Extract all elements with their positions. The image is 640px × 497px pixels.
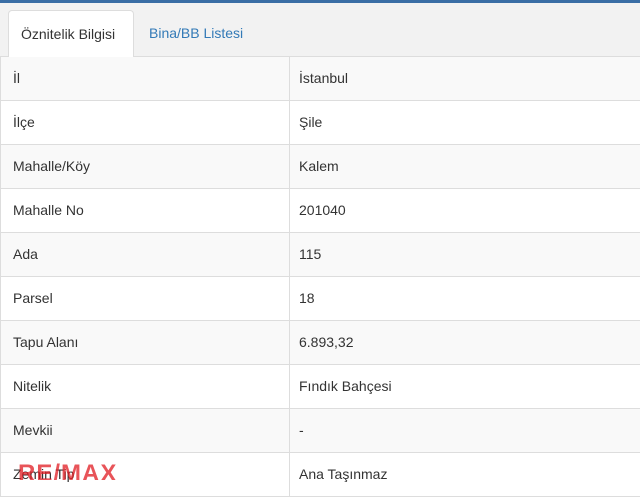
row-value: - <box>299 422 304 438</box>
watermark-text: RE/MAX <box>18 462 118 480</box>
table-row: Mahalle No 201040 <box>1 189 640 233</box>
row-label: Parsel <box>13 290 53 306</box>
row-value: Ana Taşınmaz <box>299 466 388 482</box>
column-divider <box>289 365 290 409</box>
attribute-table: İl İstanbul İlçe Şile Mahalle/Köy Kalem … <box>0 57 640 497</box>
table-row: İl İstanbul <box>1 57 640 101</box>
row-label: Ada <box>13 246 38 262</box>
row-label: Mevkii <box>13 422 53 438</box>
tab-attribute-info[interactable]: Öznitelik Bilgisi <box>8 10 134 58</box>
row-label: Mahalle No <box>13 202 84 218</box>
row-value: 115 <box>299 246 322 262</box>
table-row: Parsel 18 <box>1 277 640 321</box>
column-divider <box>289 409 290 453</box>
table-row: Mahalle/Köy Kalem <box>1 145 640 189</box>
row-value: 18 <box>299 290 315 306</box>
column-divider <box>289 321 290 365</box>
row-label: İlçe <box>13 114 35 130</box>
row-label: İl <box>13 70 20 86</box>
row-value: Şile <box>299 114 323 130</box>
column-divider <box>289 277 290 321</box>
remax-watermark-logo: RE/MAX <box>18 462 117 480</box>
row-value: Kalem <box>299 158 339 174</box>
table-row: Tapu Alanı 6.893,32 <box>1 321 640 365</box>
table-row: İlçe Şile <box>1 101 640 145</box>
column-divider <box>289 233 290 277</box>
column-divider <box>289 145 290 189</box>
table-row: Mevkii - <box>1 409 640 453</box>
table-row: Nitelik Fındık Bahçesi <box>1 365 640 409</box>
column-divider <box>289 57 290 101</box>
column-divider <box>289 453 290 497</box>
row-label: Tapu Alanı <box>13 334 79 350</box>
row-label: Mahalle/Köy <box>13 158 91 174</box>
row-label: Nitelik <box>13 378 52 394</box>
column-divider <box>289 189 290 233</box>
tab-bar: Öznitelik Bilgisi Bina/BB Listesi <box>0 3 640 58</box>
tab-building-list[interactable]: Bina/BB Listesi <box>137 10 267 58</box>
row-value: 6.893,32 <box>299 334 354 350</box>
row-value: İstanbul <box>299 70 349 86</box>
table-row: Ada 115 <box>1 233 640 277</box>
row-value: 201040 <box>299 202 346 218</box>
column-divider <box>289 101 290 145</box>
row-value: Fındık Bahçesi <box>299 378 392 394</box>
